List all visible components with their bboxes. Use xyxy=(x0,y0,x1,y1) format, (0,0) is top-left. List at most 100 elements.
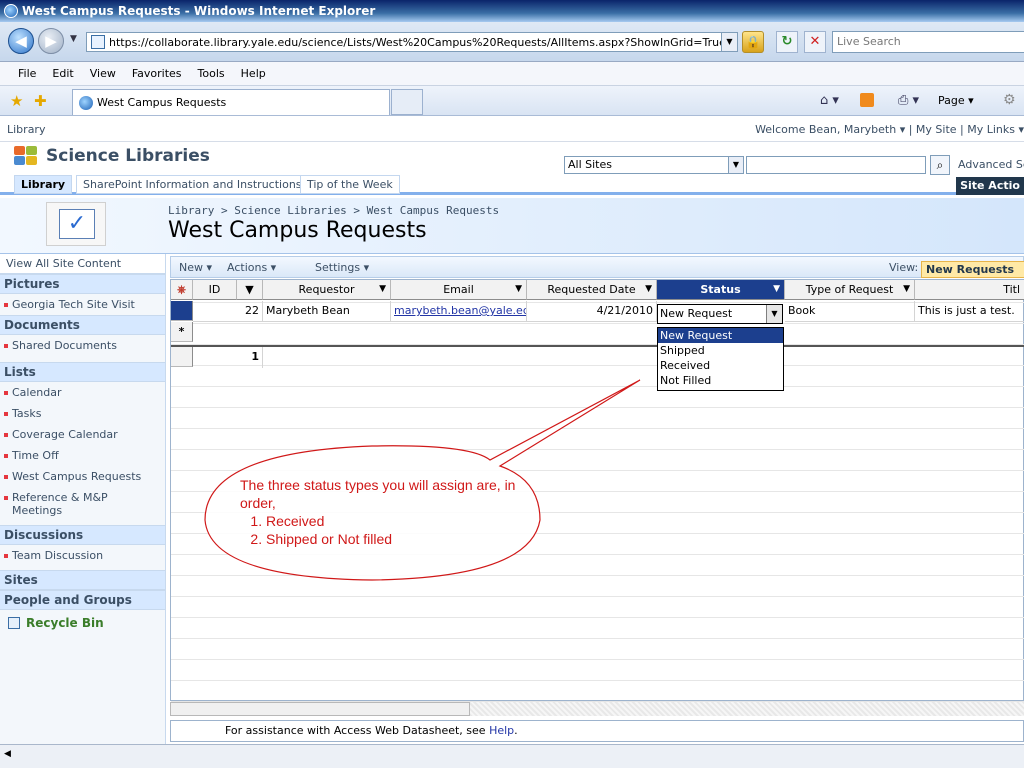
nav-heading-pictures[interactable]: Pictures xyxy=(0,274,165,294)
nav-heading-people-groups[interactable]: People and Groups xyxy=(0,590,165,610)
view-select[interactable]: New Requests xyxy=(921,261,1024,278)
horizontal-scrollbar[interactable] xyxy=(170,702,470,716)
welcome-menu[interactable]: Welcome Bean, Marybeth ▾ | My Site | My … xyxy=(755,123,1024,136)
new-menu[interactable]: New ▾ xyxy=(179,261,212,274)
site-label[interactable]: Library xyxy=(7,123,45,136)
nav-item-reference-meetings[interactable]: Reference & M&P Meetings xyxy=(0,487,165,521)
cell-type[interactable]: Book xyxy=(785,301,915,322)
nav-heading-discussions[interactable]: Discussions xyxy=(0,525,165,545)
forward-button[interactable]: ▶ xyxy=(38,28,64,54)
site-title[interactable]: Science Libraries xyxy=(14,146,210,166)
site-actions-menu[interactable]: Site Actio xyxy=(956,177,1024,195)
cell-email-link[interactable]: marybeth.bean@yale.edu xyxy=(391,301,527,322)
col-header-title[interactable]: Titl xyxy=(915,280,1024,300)
address-input[interactable]: https://collaborate.library.yale.edu/sci… xyxy=(86,32,738,52)
add-favorites-icon[interactable]: ✚ xyxy=(34,92,47,110)
chevron-down-icon: ▼ xyxy=(773,284,780,294)
status-option-new-request[interactable]: New Request xyxy=(658,328,783,343)
search-icon[interactable]: ⌕ xyxy=(930,155,950,175)
address-bar: ◀ ▶ ▼ https://collaborate.library.yale.e… xyxy=(0,22,1024,62)
cell-title[interactable]: This is just a test. xyxy=(915,301,1024,322)
col-header-requestor[interactable]: Requestor ▼ xyxy=(263,280,391,300)
quick-launch: View All Site Content Pictures Georgia T… xyxy=(0,254,166,744)
menu-file[interactable]: File xyxy=(18,67,36,80)
col-id-dropdown-icon[interactable]: ▼ xyxy=(237,280,263,300)
nav-item-west-campus-requests[interactable]: West Campus Requests xyxy=(0,466,165,487)
nav-heading-documents[interactable]: Documents xyxy=(0,315,165,335)
actions-menu[interactable]: Actions ▾ xyxy=(227,261,276,274)
status-option-shipped[interactable]: Shipped xyxy=(658,343,783,358)
nav-item-coverage-calendar[interactable]: Coverage Calendar xyxy=(0,424,165,445)
feeds-icon[interactable] xyxy=(860,93,874,107)
tools-gear-icon[interactable]: ⚙ xyxy=(1003,92,1016,108)
lock-icon[interactable]: 🔒 xyxy=(742,31,764,53)
status-option-not-filled[interactable]: Not Filled xyxy=(658,373,783,388)
print-icon[interactable]: ⎙ ▾ xyxy=(898,93,919,108)
col-header-email[interactable]: Email ▼ xyxy=(391,280,527,300)
nav-heading-sites[interactable]: Sites xyxy=(0,570,165,590)
live-search-input[interactable]: Live Search xyxy=(832,31,1024,53)
tab-sharepoint-info[interactable]: SharePoint Information and Instructions xyxy=(76,175,309,194)
chevron-down-icon[interactable]: ▼ xyxy=(766,305,782,323)
col-header-requested-date[interactable]: Requested Date ▼ xyxy=(527,280,657,300)
address-dropdown-icon[interactable]: ▼ xyxy=(721,33,737,51)
nav-item-time-off[interactable]: Time Off xyxy=(0,445,165,466)
sharepoint-topbar: Library Welcome Bean, Marybeth ▾ | My Si… xyxy=(0,116,1024,142)
chevron-down-icon: ▼ xyxy=(903,284,910,294)
nav-item-calendar[interactable]: Calendar xyxy=(0,382,165,403)
tab-ie-icon xyxy=(79,95,93,110)
history-dropdown-icon[interactable]: ▼ xyxy=(70,34,77,44)
status-combobox[interactable]: New Request ▼ xyxy=(657,304,783,324)
new-row-marker[interactable]: * xyxy=(171,322,193,342)
cell-requestor[interactable]: Marybeth Bean xyxy=(263,301,391,322)
window-titlebar: West Campus Requests - Windows Internet … xyxy=(0,0,1024,22)
col-header-status[interactable]: Status ▼ xyxy=(657,280,785,300)
recycle-bin-link[interactable]: Recycle Bin xyxy=(0,610,165,636)
menu-tools[interactable]: Tools xyxy=(198,67,225,80)
col-header-id[interactable]: ID xyxy=(193,280,237,300)
favorites-star-icon[interactable]: ★ xyxy=(10,92,23,110)
view-all-site-content[interactable]: View All Site Content xyxy=(0,254,165,274)
top-navigation: Library SharePoint Information and Instr… xyxy=(0,175,1024,195)
nav-item-tasks[interactable]: Tasks xyxy=(0,403,165,424)
site-search-input[interactable] xyxy=(746,156,926,174)
help-link[interactable]: Help xyxy=(489,724,514,737)
access-icon[interactable]: ⎈ xyxy=(171,280,193,300)
view-label: View: xyxy=(889,261,919,274)
status-option-received[interactable]: Received xyxy=(658,358,783,373)
nav-item-shared-documents[interactable]: Shared Documents xyxy=(0,335,165,356)
people-logo-icon xyxy=(14,146,40,166)
breadcrumb[interactable]: Library > Science Libraries > West Campu… xyxy=(168,204,499,217)
nav-heading-lists[interactable]: Lists xyxy=(0,362,165,382)
menu-edit[interactable]: Edit xyxy=(52,67,73,80)
callout-item: Received xyxy=(266,512,530,530)
chevron-down-icon: ▼ xyxy=(728,157,743,173)
menu-help[interactable]: Help xyxy=(241,67,266,80)
callout-text: The three status types you will assign a… xyxy=(240,476,530,548)
page-icon xyxy=(91,35,105,49)
scrollbar-track[interactable] xyxy=(470,702,1024,716)
tab-tip-of-week[interactable]: Tip of the Week xyxy=(300,175,400,194)
menu-view[interactable]: View xyxy=(90,67,116,80)
nav-item-georgia-tech[interactable]: Georgia Tech Site Visit xyxy=(0,294,165,315)
nav-item-team-discussion[interactable]: Team Discussion xyxy=(0,545,165,566)
col-header-type[interactable]: Type of Request ▼ xyxy=(785,280,915,300)
advanced-search-link[interactable]: Advanced Se xyxy=(958,158,1024,171)
browser-tab[interactable]: West Campus Requests xyxy=(72,89,390,115)
scroll-left-icon[interactable]: ◀ xyxy=(4,749,18,763)
total-count: 1 xyxy=(193,347,263,368)
cell-id[interactable]: 22 xyxy=(193,301,263,322)
back-button[interactable]: ◀ xyxy=(8,28,34,54)
menu-favorites[interactable]: Favorites xyxy=(132,67,182,80)
stop-icon[interactable]: ✕ xyxy=(804,31,826,53)
search-scope-select[interactable]: All Sites ▼ xyxy=(564,156,744,174)
row-selector-current[interactable] xyxy=(171,301,193,321)
home-icon[interactable]: ⌂ ▾ xyxy=(820,93,839,108)
refresh-icon[interactable]: ↻ xyxy=(776,31,798,53)
new-tab-button[interactable] xyxy=(391,89,423,115)
cell-requested-date[interactable]: 4/21/2010 xyxy=(527,301,657,322)
page-menu[interactable]: Page ▾ xyxy=(938,94,974,107)
tab-library[interactable]: Library xyxy=(14,175,73,194)
totals-row: 1 xyxy=(171,345,1024,368)
settings-menu[interactable]: Settings ▾ xyxy=(315,261,369,274)
